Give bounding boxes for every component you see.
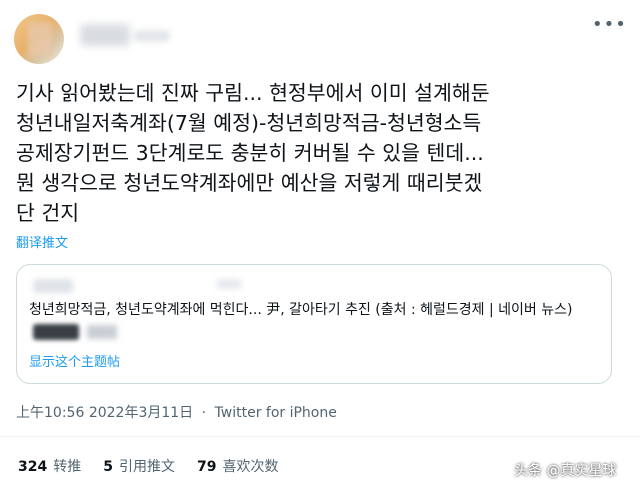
blurred-display-name[interactable]: [80, 24, 130, 46]
more-icon[interactable]: •••: [592, 14, 627, 35]
tweet-date[interactable]: 2022年3月11日: [89, 405, 193, 421]
avatar[interactable]: [14, 14, 64, 64]
blurred-user-handle: [134, 30, 170, 42]
show-thread-link[interactable]: 显示这个主题帖: [29, 351, 120, 370]
like-stat[interactable]: 79 喜欢次数: [197, 456, 278, 476]
tweet-stats: 324 转推 5 引用推文 79 喜欢次数: [18, 456, 278, 476]
quoted-tweet-card[interactable]: 청년희망적금, 청년도약계좌에 먹힌다... 尹, 갈아타기 추진 (출처 : …: [16, 264, 612, 384]
quote-stat[interactable]: 5 引用推文: [103, 456, 175, 476]
divider: [0, 436, 640, 437]
retweet-stat[interactable]: 324 转推: [18, 456, 81, 476]
blurred-quoted-author: [33, 279, 73, 293]
tweet-source[interactable]: Twitter for iPhone: [215, 405, 337, 421]
meta-separator: ·: [201, 405, 207, 421]
blurred-quoted-handle: [217, 279, 241, 289]
tweet-text: 기사 읽어봤는데 진짜 구림... 현정부에서 이미 설계해둔 청년내일저축계좌(…: [16, 81, 490, 225]
tweet-meta: 上午10:56 2022年3月11日 · Twitter for iPhone: [16, 402, 337, 422]
translate-tweet-link[interactable]: 翻译推文: [16, 232, 68, 251]
watermark: 头条 @真实星球: [514, 463, 617, 479]
quoted-tweet-text: 청년희망적금, 청년도약계좌에 먹힌다... 尹, 갈아타기 추진 (출처 : …: [29, 299, 599, 343]
redacted-text: [87, 325, 117, 339]
redacted-link: [33, 324, 79, 340]
tweet-time[interactable]: 上午10:56: [16, 405, 84, 421]
